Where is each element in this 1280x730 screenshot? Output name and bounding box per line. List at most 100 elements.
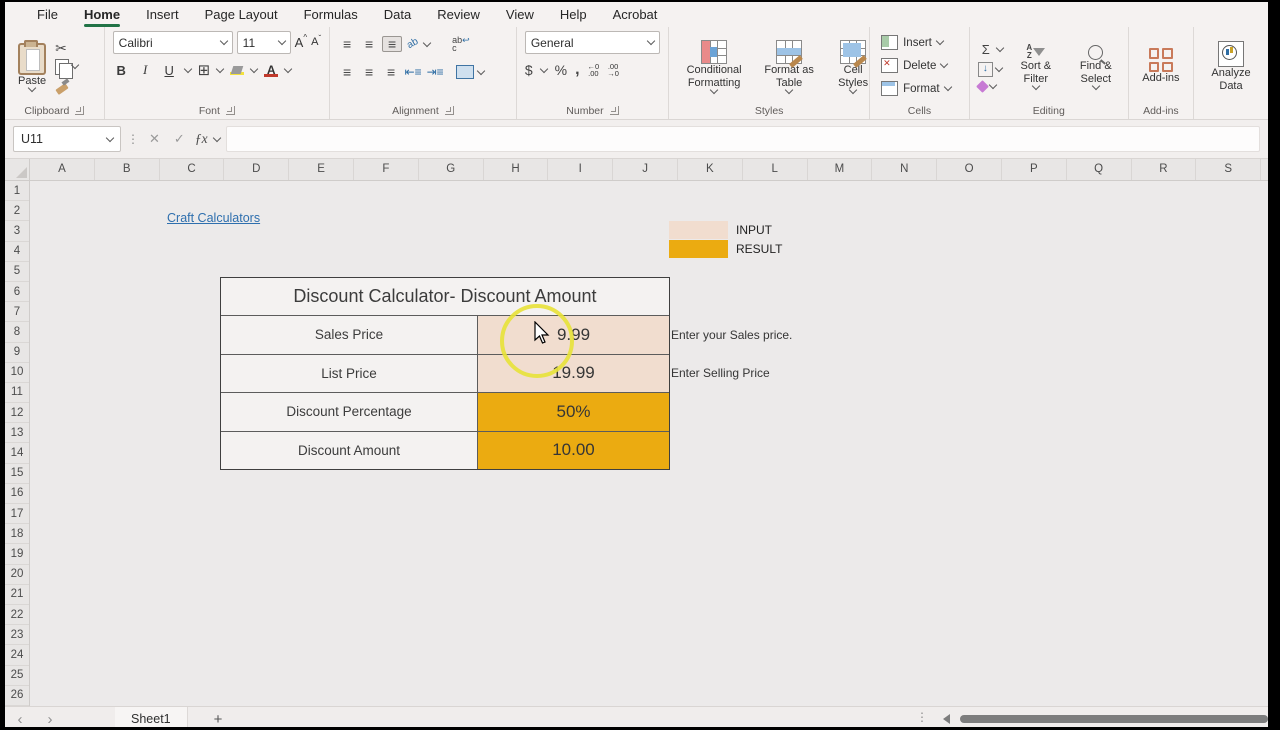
row-header-23[interactable]: 23 xyxy=(5,625,29,645)
wrap-text-icon[interactable]: ab↩c xyxy=(452,36,470,52)
cut-icon[interactable]: ✂ xyxy=(55,41,78,55)
align-bottom-icon[interactable]: ≡ xyxy=(382,36,402,52)
row-header-5[interactable]: 5 xyxy=(5,262,29,282)
row-header-6[interactable]: 6 xyxy=(5,282,29,302)
alignment-dialog-launcher[interactable] xyxy=(445,106,454,115)
tab-acrobat[interactable]: Acrobat xyxy=(601,4,670,26)
decrease-indent-icon[interactable]: ⇤≡ xyxy=(404,66,422,78)
addins-button[interactable]: Add-ins xyxy=(1137,46,1184,87)
tab-page-layout[interactable]: Page Layout xyxy=(193,4,290,26)
insert-cells-button[interactable]: Insert xyxy=(878,31,961,54)
row-header-11[interactable]: 11 xyxy=(5,383,29,403)
format-cells-button[interactable]: Format xyxy=(878,77,961,100)
fill-icon[interactable]: ↓ xyxy=(978,62,993,77)
row-label-cell[interactable]: Sales Price xyxy=(221,316,478,354)
column-header-Q[interactable]: Q xyxy=(1067,159,1132,180)
tab-view[interactable]: View xyxy=(494,4,546,26)
column-header-J[interactable]: J xyxy=(613,159,678,180)
tab-review[interactable]: Review xyxy=(425,4,492,26)
row-header-14[interactable]: 14 xyxy=(5,443,29,463)
italic-button[interactable]: I xyxy=(137,62,154,78)
format-as-table-button[interactable]: Format as Table xyxy=(755,38,823,95)
conditional-formatting-button[interactable]: Conditional Formatting xyxy=(677,38,751,95)
cancel-icon[interactable]: ✕ xyxy=(145,131,164,147)
clear-icon[interactable] xyxy=(976,80,989,93)
increase-font-icon[interactable]: A xyxy=(295,36,304,49)
font-color-menu-icon[interactable] xyxy=(284,64,292,72)
align-left-icon[interactable]: ≡ xyxy=(338,65,356,79)
tab-formulas[interactable]: Formulas xyxy=(292,4,370,26)
align-right-icon[interactable]: ≡ xyxy=(382,65,400,79)
tab-file[interactable]: File xyxy=(25,4,70,26)
column-header-G[interactable]: G xyxy=(419,159,484,180)
row-header-12[interactable]: 12 xyxy=(5,403,29,423)
orientation-icon[interactable]: ab xyxy=(405,36,422,52)
row-label-cell[interactable]: Discount Amount xyxy=(221,432,478,470)
number-format-select[interactable]: General xyxy=(525,31,660,54)
tab-help[interactable]: Help xyxy=(548,4,599,26)
row-header-17[interactable]: 17 xyxy=(5,504,29,524)
merge-menu-icon[interactable] xyxy=(477,66,485,74)
align-middle-icon[interactable]: ≡ xyxy=(360,37,378,51)
row-header-22[interactable]: 22 xyxy=(5,605,29,625)
formula-input[interactable] xyxy=(226,126,1260,152)
paste-button[interactable]: Paste xyxy=(13,41,51,93)
column-header-D[interactable]: D xyxy=(224,159,289,180)
copy-icon[interactable] xyxy=(55,59,69,75)
currency-menu-icon[interactable] xyxy=(539,64,547,72)
font-size-select[interactable]: 11 xyxy=(237,31,291,54)
row-header-9[interactable]: 9 xyxy=(5,343,29,363)
row-header-3[interactable]: 3 xyxy=(5,221,29,241)
row-header-1[interactable]: 1 xyxy=(5,181,29,201)
legend-input-swatch[interactable] xyxy=(669,221,728,239)
comma-style-icon[interactable]: , xyxy=(575,62,579,78)
scrollbar-splitter[interactable]: ⋮ xyxy=(916,710,928,724)
row-header-8[interactable]: 8 xyxy=(5,322,29,342)
column-header-M[interactable]: M xyxy=(808,159,873,180)
row-header-21[interactable]: 21 xyxy=(5,585,29,605)
increase-indent-icon[interactable]: ⇥≡ xyxy=(426,66,444,78)
column-header-N[interactable]: N xyxy=(872,159,937,180)
borders-menu-icon[interactable] xyxy=(216,64,224,72)
list-price-note[interactable]: Enter Selling Price xyxy=(671,366,770,380)
bold-button[interactable]: B xyxy=(113,63,130,78)
row-label-cell[interactable]: List Price xyxy=(221,355,478,393)
row-header-7[interactable]: 7 xyxy=(5,302,29,322)
discount-percentage-value-cell[interactable]: 50% xyxy=(478,393,669,431)
merge-center-icon[interactable] xyxy=(456,65,474,79)
delete-cells-button[interactable]: Delete xyxy=(878,54,961,77)
row-header-25[interactable]: 25 xyxy=(5,666,29,686)
worksheet-grid[interactable]: 1234567891011121314151617181920212223242… xyxy=(5,181,1268,706)
tab-home[interactable]: Home xyxy=(72,4,132,26)
scroll-left-icon[interactable] xyxy=(943,714,950,724)
align-top-icon[interactable]: ≡ xyxy=(338,37,356,51)
decrease-decimal-icon[interactable]: .00→0 xyxy=(607,63,619,78)
name-box-splitter[interactable]: ⋮ xyxy=(127,132,139,146)
analyze-data-button[interactable]: Analyze Data xyxy=(1202,39,1260,95)
formula-bar-expand-icon[interactable] xyxy=(212,133,220,141)
table-title[interactable]: Discount Calculator- Discount Amount xyxy=(221,278,669,316)
sheet-canvas[interactable]: Craft Calculators INPUT RESULT Discount … xyxy=(30,181,1268,706)
font-color-icon[interactable]: A xyxy=(264,64,278,77)
clipboard-dialog-launcher[interactable] xyxy=(75,106,84,115)
prev-sheet-icon[interactable]: ‹ xyxy=(5,711,35,728)
horizontal-scrollbar-thumb[interactable] xyxy=(960,715,1268,723)
fill-color-icon[interactable] xyxy=(230,66,244,75)
column-header-O[interactable]: O xyxy=(937,159,1002,180)
column-header-H[interactable]: H xyxy=(484,159,549,180)
row-header-13[interactable]: 13 xyxy=(5,423,29,443)
increase-decimal-icon[interactable]: ←0.00 xyxy=(588,63,600,78)
row-header-20[interactable]: 20 xyxy=(5,565,29,585)
sheet-tab-sheet1[interactable]: Sheet1 xyxy=(115,707,188,727)
craft-calculators-link[interactable]: Craft Calculators xyxy=(167,211,260,225)
row-header-15[interactable]: 15 xyxy=(5,464,29,484)
currency-icon[interactable]: $ xyxy=(525,63,533,77)
format-painter-icon[interactable] xyxy=(55,79,69,93)
underline-button[interactable]: U xyxy=(161,63,178,78)
decrease-font-icon[interactable]: A xyxy=(311,37,318,48)
number-dialog-launcher[interactable] xyxy=(610,106,619,115)
row-header-2[interactable]: 2 xyxy=(5,201,29,221)
align-center-icon[interactable]: ≡ xyxy=(360,65,378,79)
tab-data[interactable]: Data xyxy=(372,4,423,26)
name-box[interactable]: U11 xyxy=(13,126,121,152)
